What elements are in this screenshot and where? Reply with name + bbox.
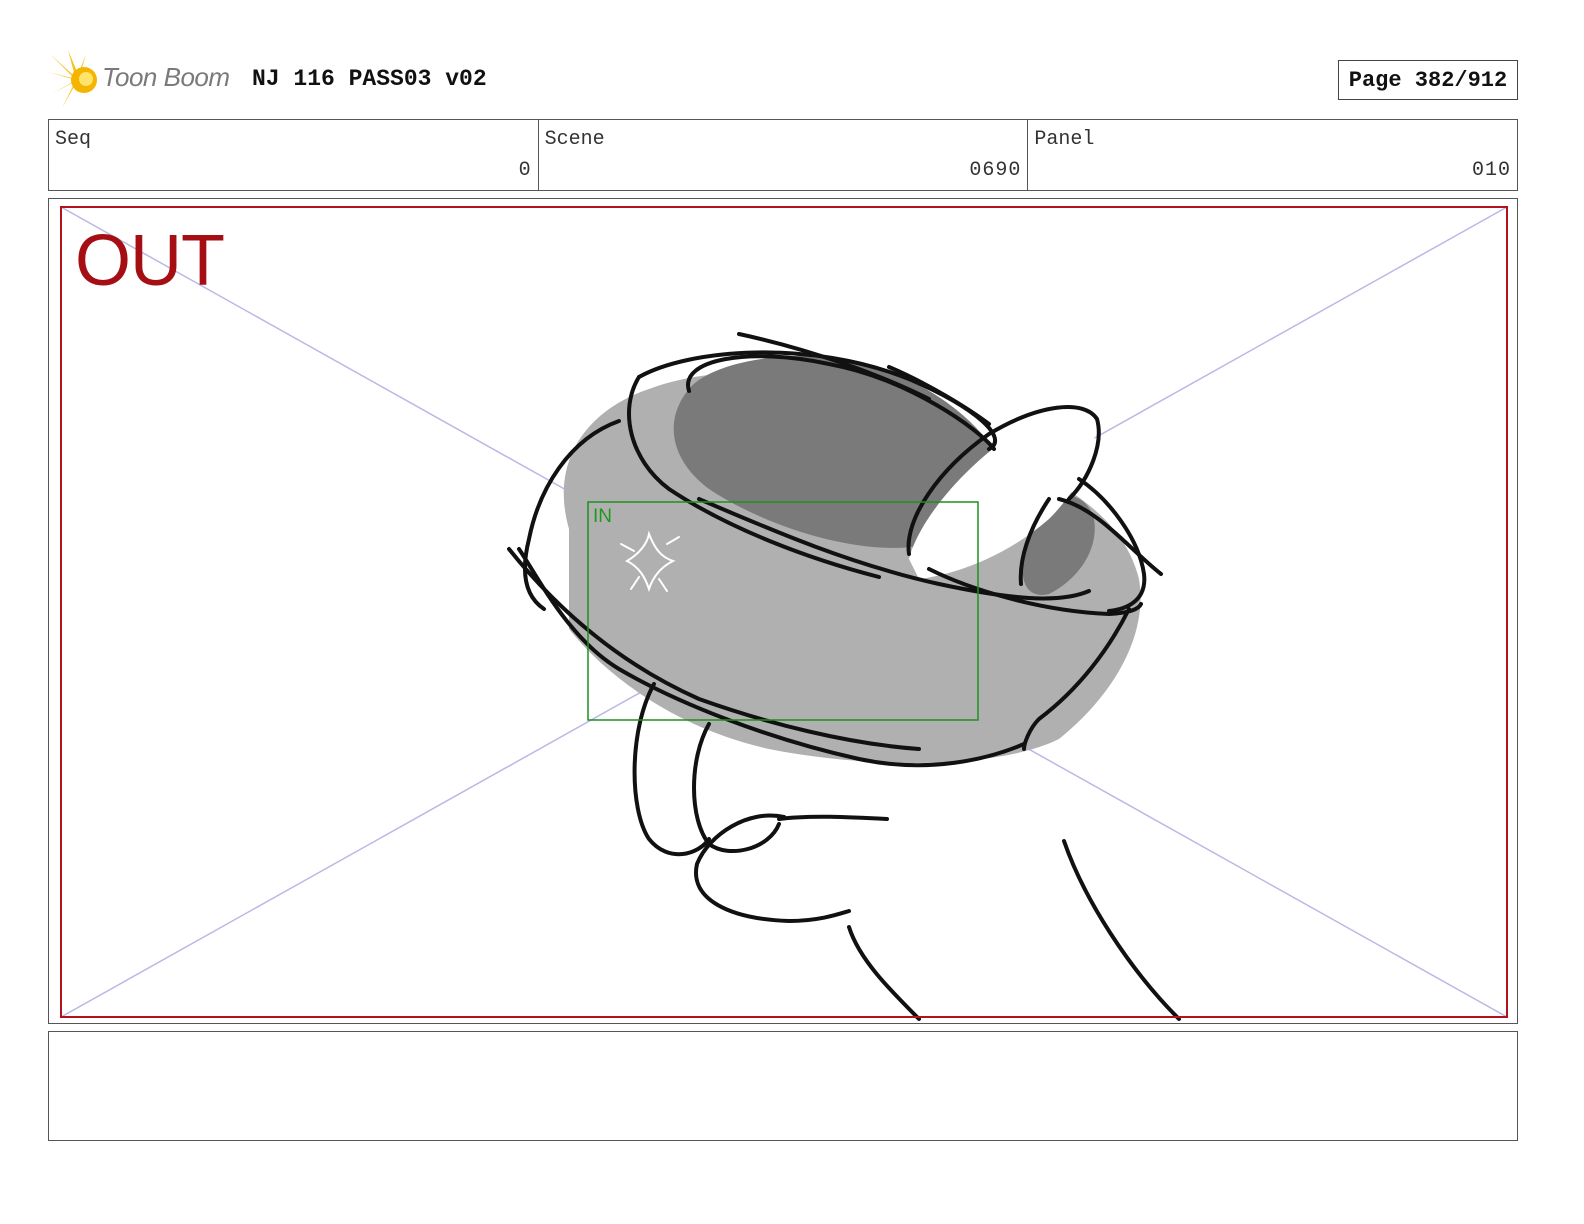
scene-value: 0690 [969, 159, 1022, 182]
ring-sketch [507, 332, 1181, 1021]
out-label: OUT [75, 221, 225, 301]
panel-drawing [60, 206, 1508, 1021]
in-label: IN [593, 506, 612, 527]
seq-cell: Seq 0 [49, 120, 539, 190]
logo-text: Toon Boom [102, 62, 230, 92]
document-title: NJ 116 PASS03 v02 [252, 66, 487, 92]
toon-boom-logo: Toon Boom [48, 50, 238, 110]
scene-cell: Scene 0690 [539, 120, 1029, 190]
notes-box [48, 1031, 1518, 1141]
seq-value: 0 [518, 159, 532, 182]
storyboard-panel: OUT IN [48, 198, 1518, 1024]
panel-cell: Panel 010 [1028, 120, 1517, 190]
scene-label: Scene [544, 128, 605, 151]
info-row: Seq 0 Scene 0690 Panel 010 [48, 119, 1518, 191]
toon-boom-star-icon [48, 50, 97, 108]
panel-value: 010 [1472, 159, 1512, 182]
page-counter: Page 382/912 [1338, 60, 1518, 100]
panel-label: Panel [1034, 128, 1095, 151]
page-header: Toon Boom NJ 116 PASS03 v02 Page 382/912 [48, 50, 1518, 112]
seq-label: Seq [55, 128, 92, 151]
